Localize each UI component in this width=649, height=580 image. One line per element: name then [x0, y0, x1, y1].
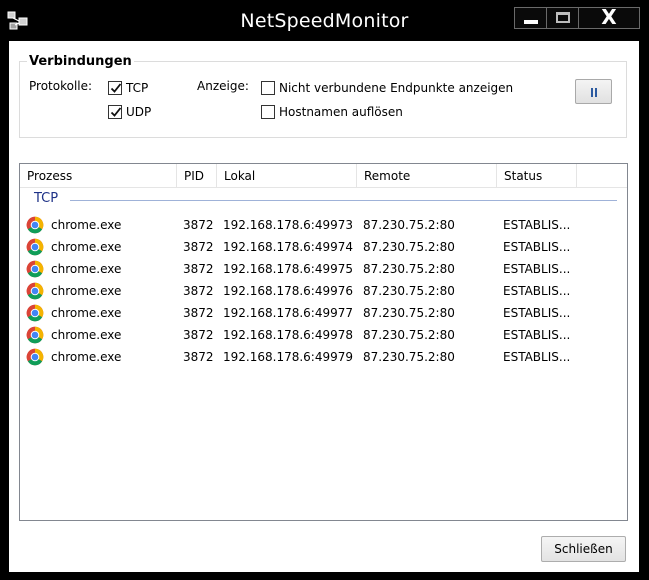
checkmark-icon	[110, 83, 122, 93]
cell-process: chrome.exe	[51, 350, 122, 364]
table-row[interactable]: chrome.exe 3872 192.168.178.6:49979 87.230.…	[20, 346, 627, 368]
cell-local: 192.168.178.6:49975	[223, 262, 354, 276]
show-unconnected-checkbox[interactable]	[261, 81, 275, 95]
connections-group-title: Verbindungen	[27, 54, 134, 69]
cell-status: ESTABLIS...	[503, 240, 571, 254]
cell-status: ESTABLIS...	[503, 218, 571, 232]
column-header-status[interactable]: Status	[497, 164, 577, 188]
cell-process: chrome.exe	[51, 218, 122, 232]
maximize-icon	[556, 12, 570, 23]
udp-checkbox-label[interactable]: UDP	[126, 105, 151, 119]
column-header-remote[interactable]: Remote	[357, 164, 497, 188]
close-button[interactable]: Schließen	[541, 536, 626, 562]
chrome-icon	[26, 260, 44, 278]
cell-local: 192.168.178.6:49978	[223, 328, 354, 342]
cell-status: ESTABLIS...	[503, 306, 571, 320]
cell-status: ESTABLIS...	[503, 262, 571, 276]
cell-pid: 3872	[183, 306, 214, 320]
list-header: Prozess PID Lokal Remote Status	[20, 164, 627, 188]
close-icon: X	[601, 5, 617, 29]
cell-local: 192.168.178.6:49974	[223, 240, 354, 254]
cell-pid: 3872	[183, 218, 214, 232]
cell-remote: 87.230.75.2:80	[363, 262, 455, 276]
title-bar[interactable]: NetSpeedMonitor X	[0, 0, 649, 40]
cell-remote: 87.230.75.2:80	[363, 240, 455, 254]
cell-pid: 3872	[183, 350, 214, 364]
cell-process: chrome.exe	[51, 306, 122, 320]
resolve-hostnames-label[interactable]: Hostnamen auflösen	[279, 105, 403, 119]
table-row[interactable]: chrome.exe 3872 192.168.178.6:49976 87.230.…	[20, 280, 627, 302]
cell-process: chrome.exe	[51, 240, 122, 254]
table-row[interactable]: chrome.exe 3872 192.168.178.6:49978 87.230.…	[20, 324, 627, 346]
udp-checkbox[interactable]	[108, 105, 122, 119]
cell-pid: 3872	[183, 262, 214, 276]
cell-pid: 3872	[183, 284, 214, 298]
cell-local: 192.168.178.6:49976	[223, 284, 354, 298]
table-row[interactable]: chrome.exe 3872 192.168.178.6:49977 87.230.…	[20, 302, 627, 324]
cell-status: ESTABLIS...	[503, 284, 571, 298]
pause-icon	[591, 88, 593, 97]
cell-process: chrome.exe	[51, 328, 122, 342]
chrome-icon	[26, 238, 44, 256]
column-header-local[interactable]: Lokal	[217, 164, 357, 188]
chrome-icon	[26, 216, 44, 234]
minimize-button[interactable]	[514, 7, 547, 29]
connections-list[interactable]: Prozess PID Lokal Remote Status TCP chro…	[19, 163, 628, 521]
checkmark-icon	[110, 107, 122, 117]
cell-pid: 3872	[183, 328, 214, 342]
cell-local: 192.168.178.6:49973	[223, 218, 354, 232]
maximize-button[interactable]	[546, 7, 579, 29]
cell-pid: 3872	[183, 240, 214, 254]
cell-remote: 87.230.75.2:80	[363, 306, 455, 320]
cell-remote: 87.230.75.2:80	[363, 350, 455, 364]
close-window-button[interactable]: X	[578, 5, 640, 29]
cell-local: 192.168.178.6:49979	[223, 350, 354, 364]
table-row[interactable]: chrome.exe 3872 192.168.178.6:49973 87.230.…	[20, 214, 627, 236]
protocols-label: Protokolle:	[29, 79, 93, 93]
cell-remote: 87.230.75.2:80	[363, 284, 455, 298]
app-window: NetSpeedMonitor X Protokolle: TCP UDP An…	[0, 0, 649, 580]
cell-local: 192.168.178.6:49977	[223, 306, 354, 320]
tcp-checkbox[interactable]	[108, 81, 122, 95]
cell-status: ESTABLIS...	[503, 350, 571, 364]
pause-button[interactable]	[575, 79, 612, 104]
cell-remote: 87.230.75.2:80	[363, 328, 455, 342]
tcp-checkbox-label[interactable]: TCP	[126, 81, 148, 95]
resolve-hostnames-checkbox[interactable]	[261, 105, 275, 119]
chrome-icon	[26, 304, 44, 322]
cell-process: chrome.exe	[51, 284, 122, 298]
dialog-client: Protokolle: TCP UDP Anzeige: Nicht verbu…	[9, 41, 639, 572]
cell-status: ESTABLIS...	[503, 328, 571, 342]
show-unconnected-label[interactable]: Nicht verbundene Endpunkte anzeigen	[279, 81, 513, 95]
minimize-icon	[524, 20, 538, 24]
chrome-icon	[26, 326, 44, 344]
cell-process: chrome.exe	[51, 262, 122, 276]
group-header-tcp: TCP	[34, 191, 59, 206]
table-row[interactable]: chrome.exe 3872 192.168.178.6:49975 87.230.…	[20, 258, 627, 280]
column-header-pid[interactable]: PID	[177, 164, 217, 188]
column-header-process[interactable]: Prozess	[20, 164, 177, 188]
chrome-icon	[26, 282, 44, 300]
table-row[interactable]: chrome.exe 3872 192.168.178.6:49974 87.230.…	[20, 236, 627, 258]
cell-remote: 87.230.75.2:80	[363, 218, 455, 232]
chrome-icon	[26, 348, 44, 366]
connections-group: Protokolle: TCP UDP Anzeige: Nicht verbu…	[19, 61, 627, 138]
display-label: Anzeige:	[197, 79, 249, 93]
group-divider	[70, 200, 617, 201]
